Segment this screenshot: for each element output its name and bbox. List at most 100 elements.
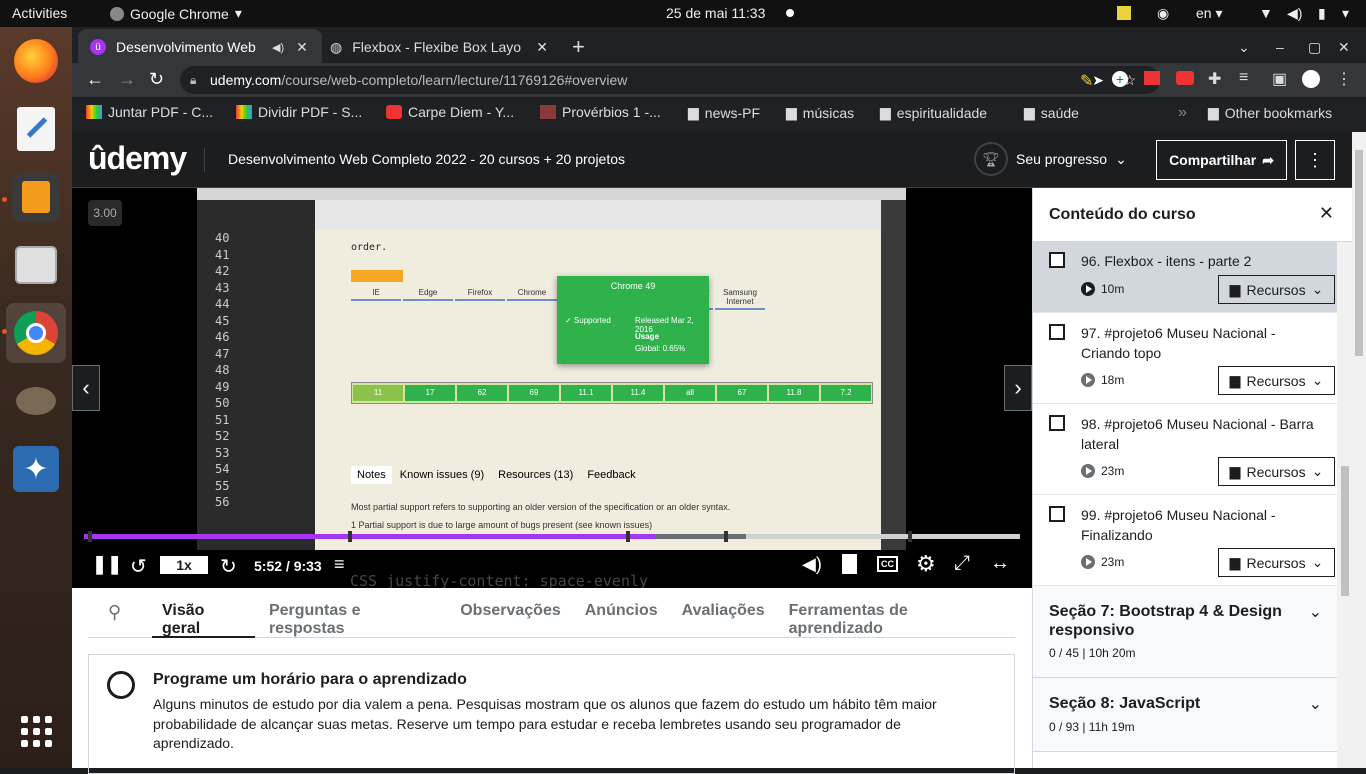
media-queue-icon[interactable]: ≡ [1239,69,1248,87]
send-icon[interactable]: ➤ [1092,72,1104,89]
firefox-icon[interactable] [12,37,60,85]
tab-5[interactable]: Ferramentas de aprendizado [779,588,1011,638]
video-progress-track[interactable] [84,531,1020,542]
more-options-button[interactable]: ⋮ [1295,140,1335,180]
tab-search-icon[interactable]: ⌄ [1238,32,1250,62]
bookmark-folder[interactable]: ▆ news-PF [688,104,760,121]
lecture-duration: 23m [1081,464,1124,478]
settings-icon[interactable]: ⚙ [916,551,936,577]
tab-title: Desenvolvimento Web [116,39,256,55]
completion-checkbox[interactable] [1049,415,1065,431]
app-store-icon[interactable]: ✦ [12,445,60,493]
share-button[interactable]: Compartilhar ➦ [1156,140,1287,180]
previous-lecture-button[interactable]: ‹ [72,365,100,411]
bookmark-folder[interactable]: ▆ espiritualidade [880,104,987,121]
reload-icon[interactable]: ↻ [149,69,164,90]
tab-0[interactable]: Visão geral [152,588,255,638]
lecture-item[interactable]: 96. Flexbox - itens - parte 2 10m ▆ Recurso… [1033,242,1352,313]
address-bar[interactable]: 🔒︎ udemy.com/course/web-completo/learn/l… [180,66,1160,94]
captions-icon[interactable]: CC [877,556,898,572]
show-apps-icon[interactable] [12,707,60,755]
volume-icon[interactable]: ◀) [1287,5,1302,22]
lecture-item[interactable]: 97. #projeto6 Museu Nacional - Criando t… [1033,313,1352,404]
maximize-icon[interactable]: ▢ [1308,32,1321,62]
fullscreen-icon[interactable]: ⤢ [954,552,970,575]
close-tab-icon[interactable]: ✕ [296,39,308,56]
next-lecture-button[interactable]: › [1004,365,1032,411]
gimp-icon[interactable] [12,377,60,425]
wifi-icon[interactable]: ▼ [1259,5,1273,21]
notes-icon[interactable]: ≡ [334,554,345,575]
tab-udemy[interactable]: ü Desenvolvimento Web ◀) ✕ [90,32,308,62]
app-menu[interactable]: Google Chrome ▾ [110,5,242,22]
audio-icon[interactable]: ◀) [272,41,284,54]
lecture-item[interactable]: 99. #projeto6 Museu Nacional - Finalizan… [1033,495,1352,586]
close-window-icon[interactable]: ✕ [1338,32,1350,62]
activities-button[interactable]: Activities [12,5,67,21]
bookmark-folder[interactable]: ▆ saúde [1024,104,1079,121]
forward-icon[interactable]: → [118,69,136,90]
text-editor-icon[interactable] [12,105,60,153]
globe-icon[interactable]: ◉ [1157,5,1169,22]
profile-avatar[interactable] [1302,70,1320,88]
clock[interactable]: 25 de mai 11:33 [666,5,765,21]
extension-badge-icon[interactable] [1144,71,1160,85]
udemy-logo[interactable]: ûdemy [88,140,187,177]
lecture-item[interactable]: 98. #projeto6 Museu Nacional - Barra lat… [1033,404,1352,495]
rewind-icon[interactable]: ↺ [130,554,147,579]
battery-icon[interactable]: ▮ [1318,5,1326,22]
progress-dropdown[interactable]: 🏆︎ Seu progresso ⌄ [974,142,1127,176]
expand-icon[interactable]: ↔ [990,552,1010,575]
bookmark-item[interactable]: Dividir PDF - S... [236,104,362,120]
chrome-menu-icon[interactable]: ⋮ [1336,69,1352,89]
chrome-icon[interactable] [6,303,66,363]
tab-4[interactable]: Avaliações [672,588,775,638]
resources-button[interactable]: ▆ Recursos ⌄ [1218,366,1335,395]
youtube-extension-icon[interactable] [1176,71,1194,85]
page-scrollbar[interactable] [1352,132,1366,768]
bookmark-folder[interactable]: ▆ músicas [786,104,854,121]
volume-icon[interactable]: ◀) [802,554,822,575]
new-tab-button[interactable]: + [572,32,585,62]
side-panel-icon[interactable]: ▣ [1272,69,1287,89]
tab-flexbox[interactable]: ◍ Flexbox - Flexibe Box Layo ✕ [330,32,548,62]
more-bookmarks-icon[interactable]: » [1178,104,1187,122]
resources-button[interactable]: ▆ Recursos ⌄ [1218,457,1335,486]
forward-icon[interactable]: ↻ [220,554,237,579]
minimize-icon[interactable]: – [1276,32,1284,62]
notes-indicator-icon[interactable] [1117,6,1131,20]
resources-button[interactable]: ▆ Recursos ⌄ [1218,548,1335,577]
section-item[interactable]: Seção 7: Bootstrap 4 & Design responsivo… [1033,586,1352,678]
search-icon[interactable]: ⚲ [108,602,121,623]
tab-2[interactable]: Observações [450,588,571,638]
transcript-icon[interactable] [842,554,857,574]
add-extension-icon[interactable]: + [1112,71,1128,87]
section-item[interactable]: Seção 8: JavaScript 0 / 93 | 11h 19m ⌄ [1033,678,1352,752]
playback-speed-button[interactable]: 1x [160,556,208,574]
close-tab-icon[interactable]: ✕ [536,39,548,56]
language-indicator[interactable]: en ▾ [1196,5,1223,22]
bookmark-item[interactable]: Juntar PDF - C... [86,104,213,120]
system-menu-caret-icon[interactable]: ▾ [1342,5,1349,22]
completion-checkbox[interactable] [1049,324,1065,340]
folder-open-icon: ▆ [1229,281,1241,297]
page-scrollbar-thumb[interactable] [1355,150,1363,356]
other-bookmarks[interactable]: ▆ Other bookmarks [1208,104,1332,121]
resources-button[interactable]: ▆ Recursos ⌄ [1218,275,1335,304]
scrollbar-thumb[interactable] [1341,466,1349,596]
sidebar-scrollbar[interactable] [1337,242,1353,768]
tab-3[interactable]: Anúncios [575,588,668,638]
extensions-puzzle-icon[interactable]: ✚ [1208,69,1221,89]
completion-checkbox[interactable] [1049,506,1065,522]
tab-1[interactable]: Perguntas e respostas [259,588,446,638]
sublime-text-icon[interactable] [12,173,60,221]
pause-icon[interactable]: ❚❚ [92,554,122,575]
close-icon[interactable]: ✕ [1319,203,1334,224]
bookmark-item[interactable]: Provérbios 1 -... [540,104,661,120]
highlighter-extension-icon[interactable]: ✎ [1080,71,1093,91]
bookmark-item[interactable]: Carpe Diem - Y... [386,104,514,120]
completion-checkbox[interactable] [1049,252,1065,268]
back-icon[interactable]: ← [86,69,104,90]
course-title[interactable]: Desenvolvimento Web Completo 2022 - 20 c… [228,151,625,167]
files-icon[interactable] [12,241,60,289]
